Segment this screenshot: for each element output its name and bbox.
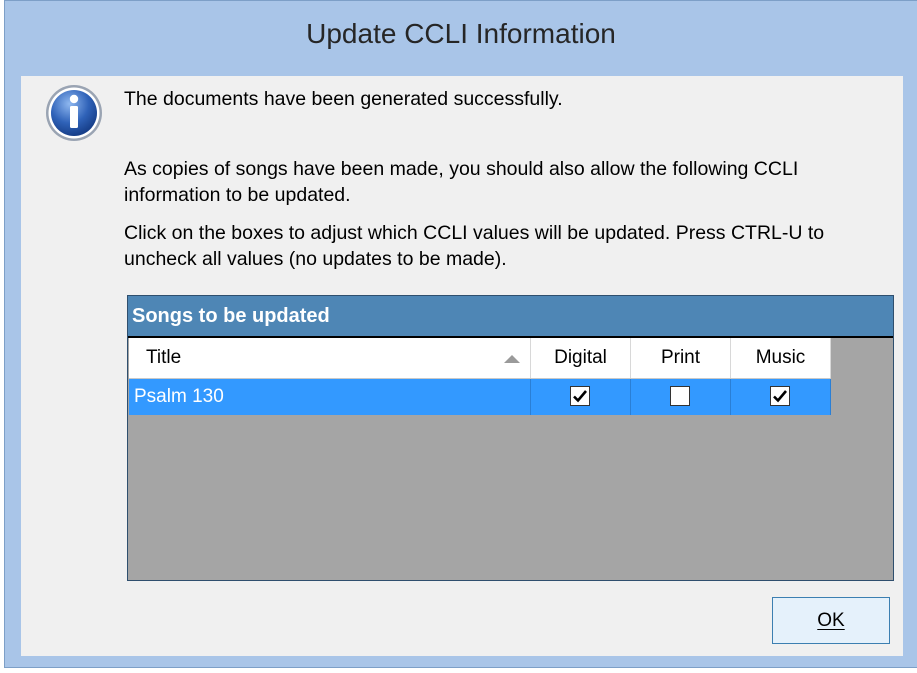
checkmark-icon <box>573 390 587 403</box>
group-header: Songs to be updated <box>128 296 893 338</box>
music-checkbox[interactable] <box>770 386 790 406</box>
info-icon <box>44 83 104 143</box>
print-checkbox[interactable] <box>670 386 690 406</box>
music-cell <box>731 379 831 415</box>
songs-grid[interactable]: Title Digital Print Music Psalm 130 <box>129 338 892 579</box>
copies-message: As copies of songs have been made, you s… <box>124 158 799 206</box>
checkmark-icon <box>773 390 787 403</box>
dialog-body: The documents have been generated succes… <box>21 76 903 656</box>
column-header-digital[interactable]: Digital <box>531 338 631 378</box>
dialog-title: Update CCLI Information <box>306 18 616 49</box>
title-bar[interactable]: Update CCLI Information <box>5 1 917 79</box>
column-header-print[interactable]: Print <box>631 338 731 378</box>
column-title-label: Title <box>146 347 182 368</box>
print-cell <box>631 379 731 415</box>
dialog-window: Update CCLI Information The documents ha <box>4 0 917 668</box>
table-row[interactable]: Psalm 130 <box>129 379 831 415</box>
grid-header: Title Digital Print Music <box>129 338 831 379</box>
digital-cell <box>531 379 631 415</box>
success-message: The documents have been generated succes… <box>124 88 563 110</box>
songs-group: Songs to be updated Title Digital Print … <box>127 295 894 581</box>
song-title-cell[interactable]: Psalm 130 <box>129 379 531 415</box>
column-header-music[interactable]: Music <box>731 338 831 378</box>
digital-checkbox[interactable] <box>570 386 590 406</box>
ok-button[interactable]: OK <box>772 597 890 644</box>
instructions-message: Click on the boxes to adjust which CCLI … <box>124 222 825 270</box>
column-header-title[interactable]: Title <box>129 338 531 378</box>
sort-ascending-icon <box>504 355 520 363</box>
